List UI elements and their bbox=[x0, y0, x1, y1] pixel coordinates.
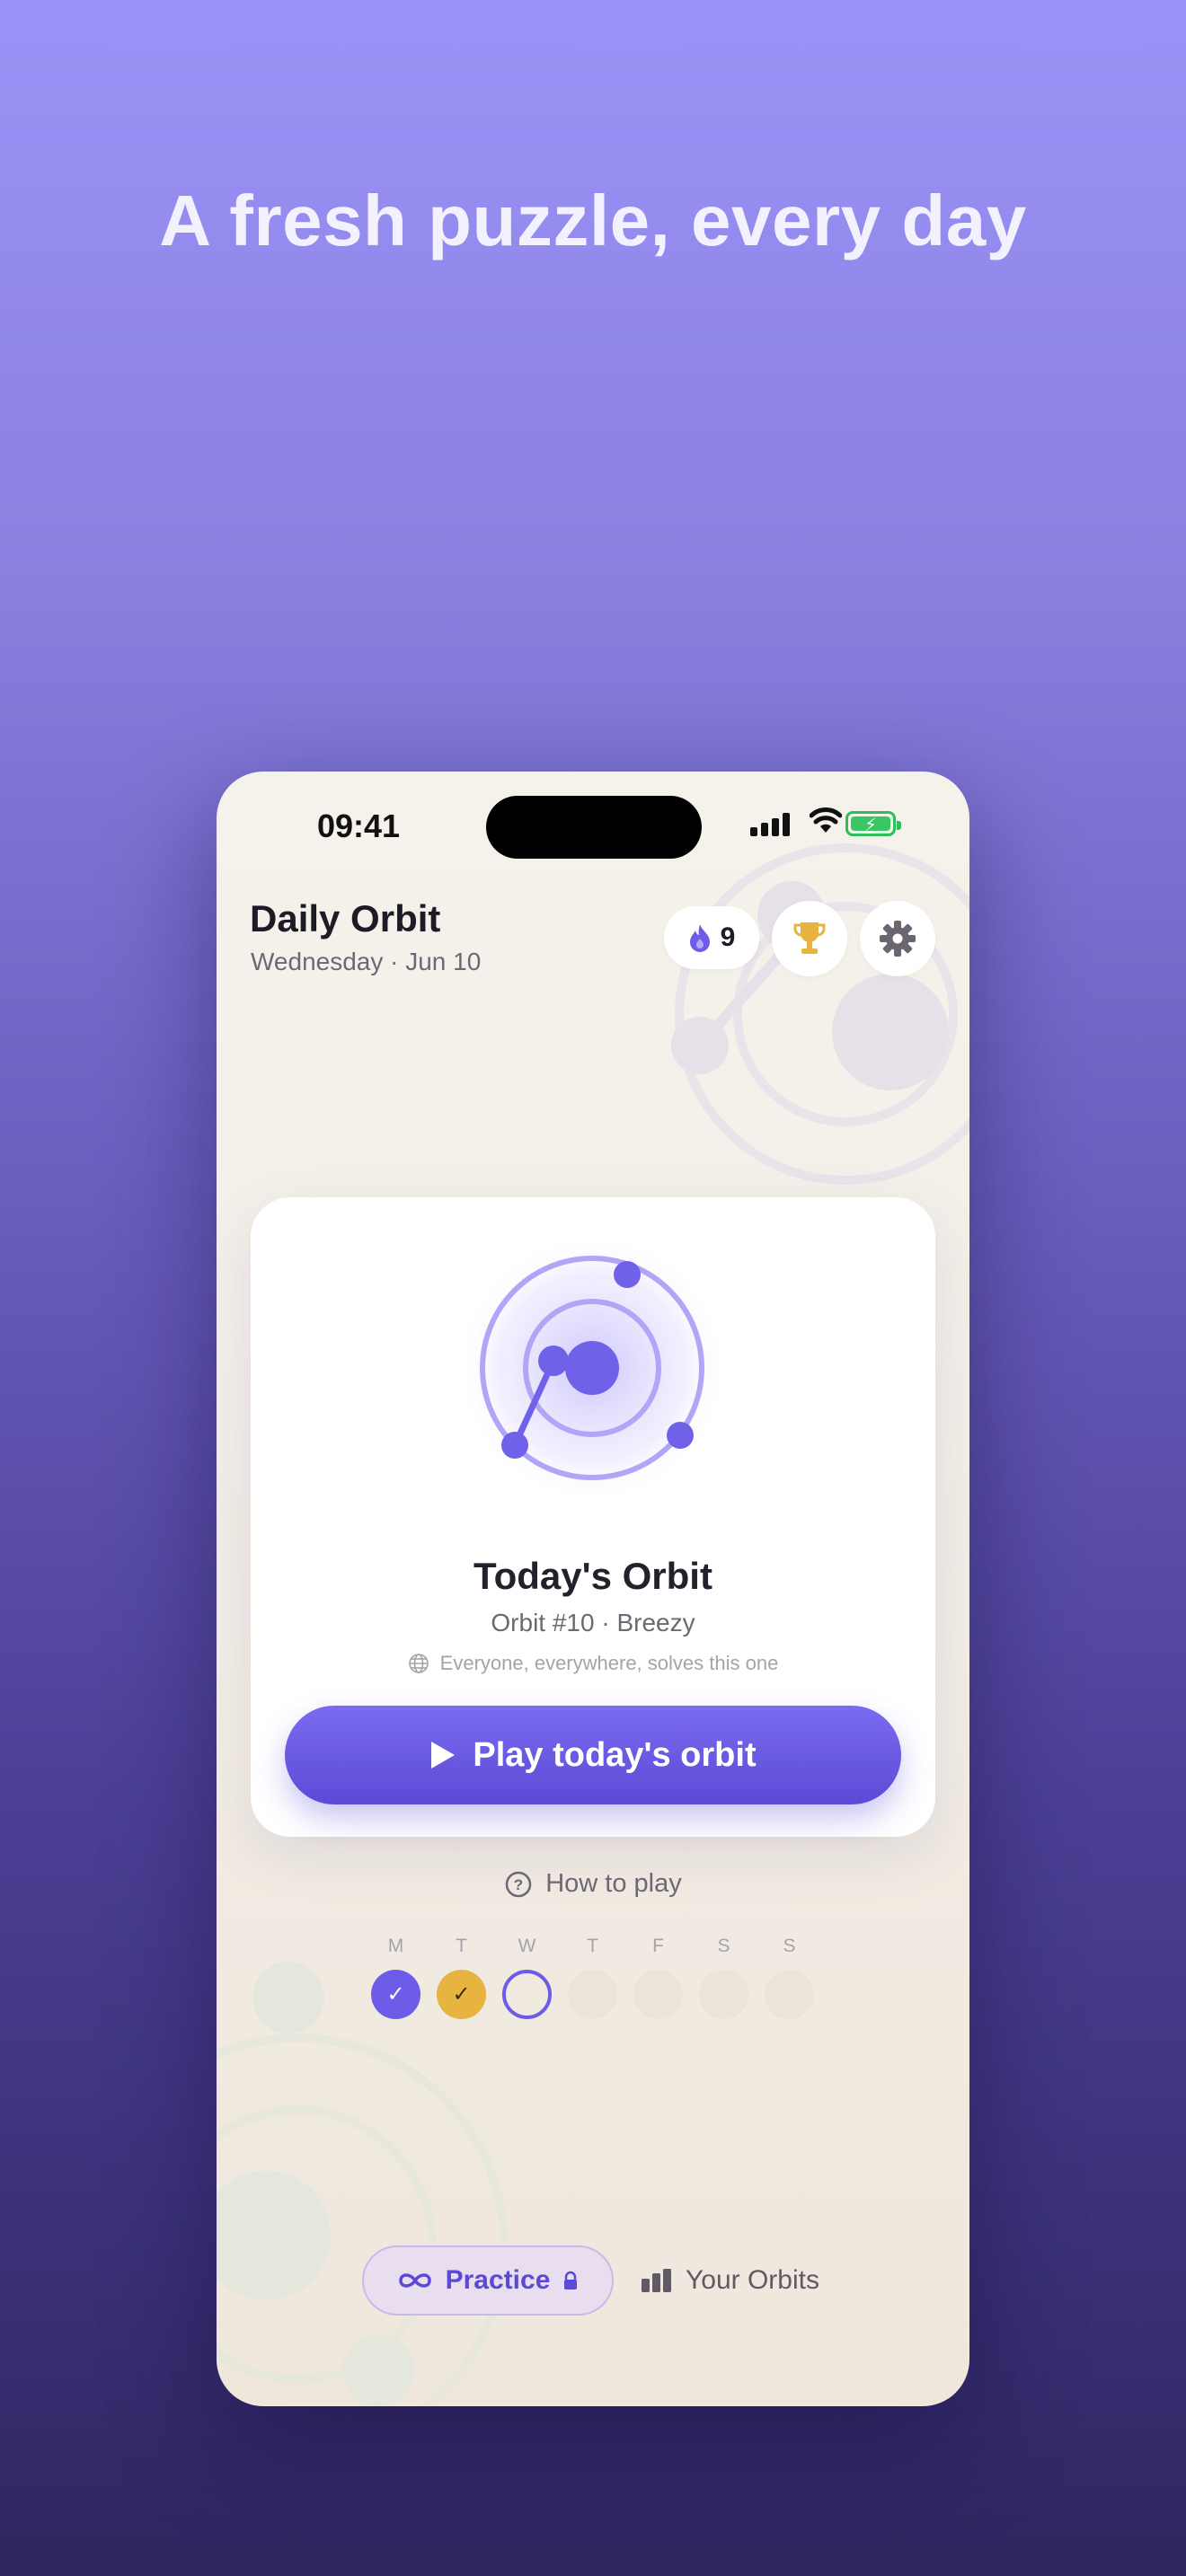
headline: A fresh puzzle, every day bbox=[159, 181, 1027, 260]
week-tracker: M ✓ T ✓ W T F S S bbox=[371, 1936, 814, 2019]
how-to-play-link[interactable]: ? How to play bbox=[217, 1869, 969, 1899]
card-note: Everyone, everywhere, solves this one bbox=[251, 1652, 935, 1675]
week-day-letter: T bbox=[456, 1936, 467, 1956]
card-subtitle: Orbit #10 · Breezy bbox=[491, 1609, 695, 1636]
week-day: T bbox=[568, 1936, 617, 2019]
phone-screen: 09:41 ⚡ Daily Orbit Wednesday · Jun 10 9 bbox=[217, 772, 969, 2406]
bar-chart-icon bbox=[642, 2269, 671, 2292]
week-day: T ✓ bbox=[437, 1936, 486, 2019]
current-date: Wednesday · Jun 10 bbox=[251, 948, 482, 975]
week-day: S bbox=[699, 1936, 748, 2019]
practice-label: Practice bbox=[445, 2265, 551, 2295]
svg-text:?: ? bbox=[514, 1876, 523, 1893]
week-day: S bbox=[765, 1936, 814, 2019]
bottom-navigation: Practice Your Orbits bbox=[217, 2245, 969, 2316]
week-day-letter: W bbox=[518, 1936, 536, 1956]
practice-button[interactable]: Practice bbox=[362, 2245, 614, 2316]
play-icon bbox=[431, 1742, 456, 1769]
your-orbits-label: Your Orbits bbox=[686, 2265, 819, 2295]
question-icon: ? bbox=[505, 1871, 532, 1897]
play-button[interactable]: Play today's orbit bbox=[285, 1706, 901, 1804]
week-day-letter: F bbox=[652, 1936, 664, 1956]
orbit-illustration bbox=[457, 1233, 727, 1503]
background-orbit-decoration bbox=[671, 843, 969, 1185]
week-day-letter: S bbox=[717, 1936, 730, 1956]
streak-count: 9 bbox=[720, 922, 736, 952]
week-day-status bbox=[502, 1970, 552, 2019]
week-day-status bbox=[765, 1970, 814, 2019]
gear-icon bbox=[880, 921, 916, 957]
week-day: M ✓ bbox=[371, 1936, 420, 2019]
lock-icon bbox=[564, 2271, 578, 2289]
flame-icon bbox=[689, 924, 710, 952]
how-to-play-label: How to play bbox=[545, 1869, 682, 1898]
trophy-button[interactable] bbox=[772, 901, 847, 976]
week-day-letter: M bbox=[387, 1936, 404, 1956]
your-orbits-tab[interactable]: Your Orbits bbox=[641, 2245, 819, 2316]
wifi-icon bbox=[810, 807, 842, 833]
week-day-status bbox=[699, 1970, 748, 2019]
settings-button[interactable] bbox=[860, 901, 935, 976]
play-button-label: Play today's orbit bbox=[473, 1735, 757, 1774]
cellular-signal-icon bbox=[750, 813, 790, 836]
week-day-letter: S bbox=[783, 1936, 796, 1956]
week-day: W bbox=[502, 1936, 552, 2019]
card-title: Today's Orbit bbox=[474, 1555, 712, 1597]
todays-orbit-card: Today's Orbit Orbit #10 · Breezy Everyon… bbox=[251, 1197, 935, 1837]
week-day-status: ✓ bbox=[437, 1970, 486, 2019]
week-day: F bbox=[633, 1936, 683, 2019]
week-day-status bbox=[568, 1970, 617, 2019]
infinity-icon bbox=[398, 2273, 431, 2288]
app-title: Daily Orbit bbox=[250, 897, 441, 940]
card-note-text: Everyone, everywhere, solves this one bbox=[439, 1652, 779, 1674]
week-day-status bbox=[633, 1970, 683, 2019]
streak-button[interactable]: 9 bbox=[664, 906, 759, 969]
status-bar: 09:41 ⚡ bbox=[217, 772, 969, 879]
week-day-letter: T bbox=[587, 1936, 598, 1956]
dynamic-island bbox=[486, 796, 702, 859]
trophy-icon bbox=[793, 922, 826, 954]
battery-icon: ⚡ bbox=[845, 811, 901, 836]
status-time: 09:41 bbox=[317, 807, 401, 844]
week-day-status: ✓ bbox=[371, 1970, 420, 2019]
globe-icon bbox=[408, 1654, 429, 1673]
